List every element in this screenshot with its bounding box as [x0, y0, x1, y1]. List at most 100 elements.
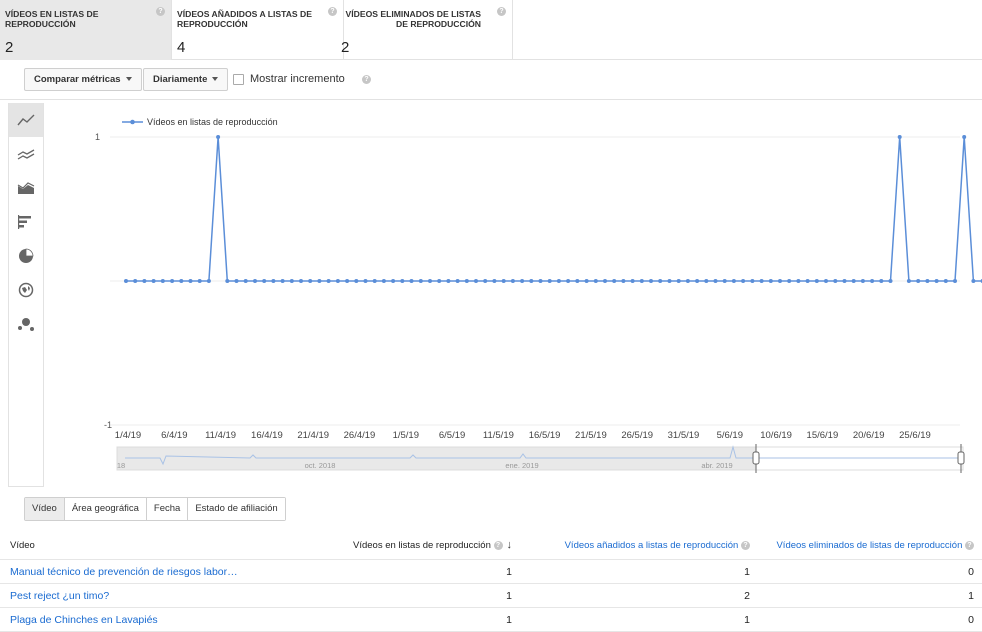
cell-in-playlists: 1 — [506, 590, 512, 602]
table-row: Pest reject ¿un timo? 1 2 1 — [0, 584, 982, 608]
compare-metrics-button[interactable]: Comparar métricas — [24, 68, 142, 91]
x-tick-label: 11/5/19 — [483, 430, 514, 441]
card-title: VÍDEOS EN LISTAS DE REPRODUCCIÓN — [5, 9, 99, 29]
help-icon[interactable] — [493, 540, 503, 550]
data-point — [593, 279, 598, 283]
video-link[interactable]: Pest reject ¿un timo? — [10, 584, 109, 608]
tab-video[interactable]: Vídeo — [25, 498, 65, 520]
data-point — [741, 279, 746, 283]
period-label: Diariamente — [153, 74, 208, 85]
data-point — [870, 279, 875, 283]
x-tick-label: 1/5/19 — [393, 430, 419, 441]
data-point — [538, 279, 543, 283]
tab-geography[interactable]: Área geográfica — [64, 498, 147, 520]
data-point — [695, 279, 700, 283]
data-point — [676, 279, 681, 283]
data-point — [833, 279, 838, 283]
data-point — [612, 279, 617, 283]
data-point — [584, 279, 589, 283]
data-point — [437, 279, 442, 283]
data-point — [768, 279, 773, 283]
data-point — [750, 279, 755, 283]
cell-in-playlists: 1 — [506, 614, 512, 626]
data-point — [860, 279, 865, 283]
x-tick-label: 20/6/19 — [853, 430, 885, 441]
navigator-label: 18 — [117, 461, 125, 470]
video-link[interactable]: Manual técnico de prevención de riesgos … — [10, 560, 238, 584]
header-label: Vídeos eliminados de listas de reproducc… — [776, 540, 963, 551]
data-point — [409, 279, 414, 283]
data-point — [556, 279, 561, 283]
data-point — [934, 279, 939, 283]
cell-added: 1 — [744, 566, 750, 578]
data-point — [133, 279, 138, 283]
data-point — [160, 279, 165, 283]
sort-down-icon[interactable]: ↓ — [507, 531, 513, 560]
tab-date[interactable]: Fecha — [146, 498, 189, 520]
header-videos-in-playlists[interactable]: Vídeos en listas de reproducción ↓ — [353, 531, 512, 560]
help-icon[interactable] — [741, 540, 750, 550]
data-point — [501, 279, 506, 283]
data-point — [731, 279, 736, 283]
data-point — [547, 279, 552, 283]
legend-label: Vídeos en listas de reproducción — [147, 117, 278, 127]
cell-removed: 1 — [968, 590, 974, 602]
show-increment-label: Mostrar incremento — [250, 73, 345, 85]
data-point — [381, 279, 386, 283]
data-point — [566, 279, 571, 283]
data-point — [335, 279, 340, 283]
data-point — [492, 279, 497, 283]
data-point — [197, 279, 202, 283]
x-tick-label: 11/4/19 — [205, 430, 236, 441]
data-point — [400, 279, 405, 283]
data-point — [354, 279, 359, 283]
data-point — [787, 279, 792, 283]
data-point — [704, 279, 709, 283]
card-videos-removed[interactable]: VÍDEOS ELIMINADOS DE LISTAS DE REPRODUCC… — [336, 0, 513, 60]
period-dropdown[interactable]: Diariamente — [143, 68, 229, 91]
x-tick-label: 26/4/19 — [344, 430, 376, 441]
data-point — [326, 279, 331, 283]
help-icon[interactable] — [156, 7, 165, 16]
show-increment-checkbox[interactable] — [233, 74, 244, 85]
data-point — [428, 279, 432, 283]
x-tick-label: 10/6/19 — [760, 430, 792, 441]
data-point — [363, 279, 368, 283]
data-point — [943, 279, 948, 283]
data-point — [262, 279, 267, 283]
data-point — [722, 279, 727, 283]
header-videos-added[interactable]: Vídeos añadidos a listas de reproducción — [565, 531, 750, 560]
help-icon[interactable] — [965, 540, 974, 550]
header-label: Vídeos en listas de reproducción — [353, 540, 491, 551]
card-videos-in-playlists[interactable]: VÍDEOS EN LISTAS DE REPRODUCCIÓN 2 — [0, 0, 172, 60]
data-point — [455, 279, 460, 283]
header-videos-removed[interactable]: Vídeos eliminados de listas de reproducc… — [776, 531, 974, 560]
legend-marker — [130, 119, 135, 125]
cell-added: 2 — [744, 590, 750, 602]
data-point — [391, 279, 396, 283]
header-video: Vídeo — [10, 540, 35, 551]
help-icon[interactable] — [497, 7, 506, 16]
navigator-handle — [957, 451, 965, 465]
data-point — [124, 279, 128, 283]
tab-subscription-status[interactable]: Estado de afiliación — [188, 498, 285, 520]
card-value: 2 — [5, 39, 14, 56]
data-point — [842, 279, 847, 283]
card-videos-added[interactable]: VÍDEOS AÑADIDOS A LISTAS DE REPRODUCCIÓN… — [172, 0, 344, 60]
data-point — [483, 279, 488, 283]
metric-cards: VÍDEOS EN LISTAS DE REPRODUCCIÓN 2 VÍDEO… — [0, 0, 982, 60]
data-point — [639, 279, 644, 283]
data-point — [170, 279, 175, 283]
data-point — [151, 279, 156, 283]
data-point — [289, 279, 294, 283]
video-link[interactable]: Plaga de Chinches en Lavapiés — [10, 608, 158, 632]
data-point — [888, 279, 893, 283]
data-point — [897, 135, 902, 139]
help-icon[interactable] — [362, 75, 371, 84]
data-point — [925, 279, 930, 283]
data-point — [971, 279, 976, 283]
data-point — [225, 279, 230, 283]
card-title: VÍDEOS AÑADIDOS A LISTAS DE REPRODUCCIÓN — [177, 9, 312, 29]
data-point — [271, 279, 276, 283]
data-point — [216, 135, 221, 139]
